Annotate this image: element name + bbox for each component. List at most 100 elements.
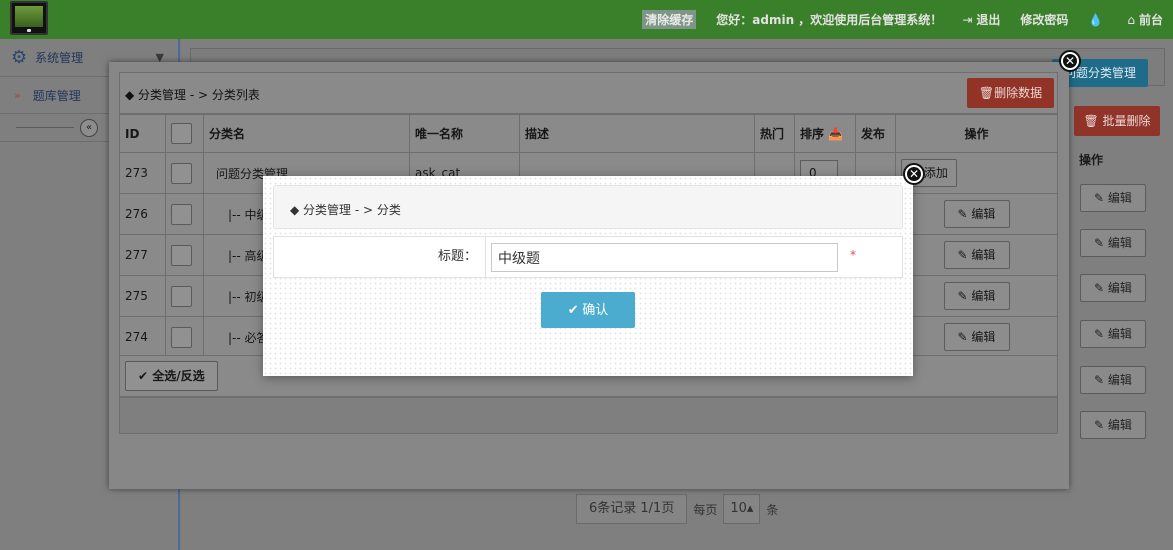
logo[interactable] [10,1,48,35]
breadcrumb-text: 分类管理 - > 分类 [303,203,401,217]
edit-label: 编辑 [1107,236,1132,250]
sort-save-icon[interactable]: 📥 [828,127,843,141]
col-publish: 发布 [855,114,896,153]
top-header: 清除缓存 您好：admin ，欢迎使用后台管理系统！ ⇥ 退出 修改密码 💧 ⌂ 前… [0,0,1173,39]
title-input[interactable] [491,243,838,272]
double-chevron-right-icon: » [14,88,21,102]
edit-button[interactable]: ✎ 编辑 [943,323,1010,351]
per-page-value: 10 [730,501,747,516]
required-mark: * [850,248,856,262]
col-desc: 描述 [519,114,755,153]
select-all-toggle-button[interactable]: ✔ 全选/反选 [125,361,218,391]
logout-link[interactable]: ⇥ 退出 [962,11,1000,28]
edit-label: 编辑 [971,289,996,303]
edit-button[interactable]: ✎ 编辑 [1080,184,1146,212]
row-action: ✎ 编辑 [895,316,1058,358]
delete-data-button[interactable]: 🗑删除数据 [967,78,1054,108]
category-list-header: ◆ 分类管理 - > 分类列表 🗑删除数据 [119,72,1058,114]
select-all-checkbox[interactable] [171,123,192,144]
row-checkbox[interactable] [171,162,192,184]
edit-button[interactable]: ✎ 编辑 [1080,366,1146,394]
col-id: ID [119,114,166,153]
droplet-link[interactable]: 💧 [1088,13,1107,27]
edit-button[interactable]: ✎ 编辑 [943,241,1010,269]
per-page-unit: 条 [766,502,779,517]
table-header-row: ID 分类名 唯一名称 描述 热门 排序 📥 发布 操作 [119,114,1058,153]
home-icon: ⌂ [1127,12,1135,27]
header-actions: 清除缓存 您好：admin ，欢迎使用后台管理系统！ ⇥ 退出 修改密码 💧 ⌂ 前… [622,0,1163,39]
clear-cache-button[interactable]: 清除缓存 [642,10,697,29]
row-select [165,193,204,235]
row-select [165,316,204,358]
row-select [165,275,204,317]
breadcrumb: ◆ 分类管理 - > 分类列表 [125,88,260,102]
sign-out-icon: ⇥ [962,12,973,27]
row-id: 276 [119,193,166,235]
confirm-label: 确认 [582,302,609,317]
breadcrumb: ◆ 分类管理 - > 分类 [290,203,401,217]
title-form-row: 标题： * [273,236,903,278]
edit-label: 编辑 [971,330,996,344]
divider [16,127,74,128]
caret-up-icon: ▴ [746,501,754,516]
row-id: 273 [119,152,166,194]
row-checkbox[interactable] [171,244,192,266]
edit-button[interactable]: ✎ 编辑 [1080,320,1146,348]
droplet-icon: 💧 [1088,12,1104,27]
row-id: 275 [119,275,166,317]
table-bottom-bar [119,397,1058,434]
sidebar-section-label: 系统管理 [35,51,84,65]
row-action: ✎ 编辑 [895,234,1058,276]
close-edit-modal-icon[interactable]: ✕ [903,163,925,185]
col-action: 操作 [895,114,1058,153]
edit-label: 编辑 [1107,327,1132,341]
edit-label: 编辑 [1107,418,1132,432]
col-select [165,114,204,153]
edit-label: 编辑 [971,248,996,262]
pagination: 6条记录 1/1页 每页 10▴ 条 [576,494,778,524]
per-page-label: 每页 [693,502,718,517]
record-count: 6条记录 1/1页 [576,494,688,524]
logout-label: 退出 [976,13,1001,27]
col-sort-label: 排序 [800,127,825,141]
row-checkbox[interactable] [171,285,192,307]
gears-icon: ⚙ [11,47,28,68]
change-password-label: 修改密码 [1020,13,1069,27]
col-sort[interactable]: 排序 📥 [794,114,856,153]
edit-button[interactable]: ✎ 编辑 [943,282,1010,310]
edit-button[interactable]: ✎ 编辑 [943,200,1010,228]
frontend-label: 前台 [1138,13,1163,27]
add-label: 添加 [923,166,948,180]
row-id: 277 [119,234,166,276]
edit-label: 编辑 [971,207,996,221]
sidebar-item-label: 题库管理 [32,88,81,103]
close-category-list-modal-icon[interactable]: ✕ [1059,50,1081,72]
row-action: ✎ 编辑 [895,275,1058,317]
operation-header: 操作 [1079,153,1104,167]
row-action: ✎ 编辑 [895,193,1058,235]
edit-button[interactable]: ✎ 编辑 [1080,229,1146,257]
bulk-delete-button[interactable]: 🗑 批量删除 [1074,106,1160,136]
frontend-link[interactable]: ⌂ 前台 [1127,11,1163,28]
col-name: 分类名 [203,114,410,153]
row-id: 274 [119,316,166,358]
row-checkbox[interactable] [171,203,192,225]
col-unique: 唯一名称 [409,114,520,153]
row-checkbox[interactable] [171,326,192,348]
per-page-select[interactable]: 10▴ [723,494,761,524]
delete-data-label: 删除数据 [994,86,1043,100]
select-all-label: 全选/反选 [152,369,205,383]
edit-button[interactable]: ✎ 编辑 [1080,411,1146,439]
greeting-text: 您好：admin ，欢迎使用后台管理系统！ [716,13,943,27]
row-select [165,152,204,194]
row-select [165,234,204,276]
bulk-delete-label: 批量删除 [1102,114,1151,128]
col-hot: 热门 [754,114,795,153]
change-password-link[interactable]: 修改密码 [1020,11,1068,28]
edit-category-header: ◆ 分类管理 - > 分类 [273,185,903,229]
edit-category-modal: ◆ 分类管理 - > 分类 标题： * ✔ 确认 [263,176,913,376]
edit-label: 编辑 [1107,281,1132,295]
edit-button[interactable]: ✎ 编辑 [1080,274,1146,302]
confirm-button[interactable]: ✔ 确认 [541,292,635,328]
double-chevron-left-icon[interactable]: « [80,119,98,137]
